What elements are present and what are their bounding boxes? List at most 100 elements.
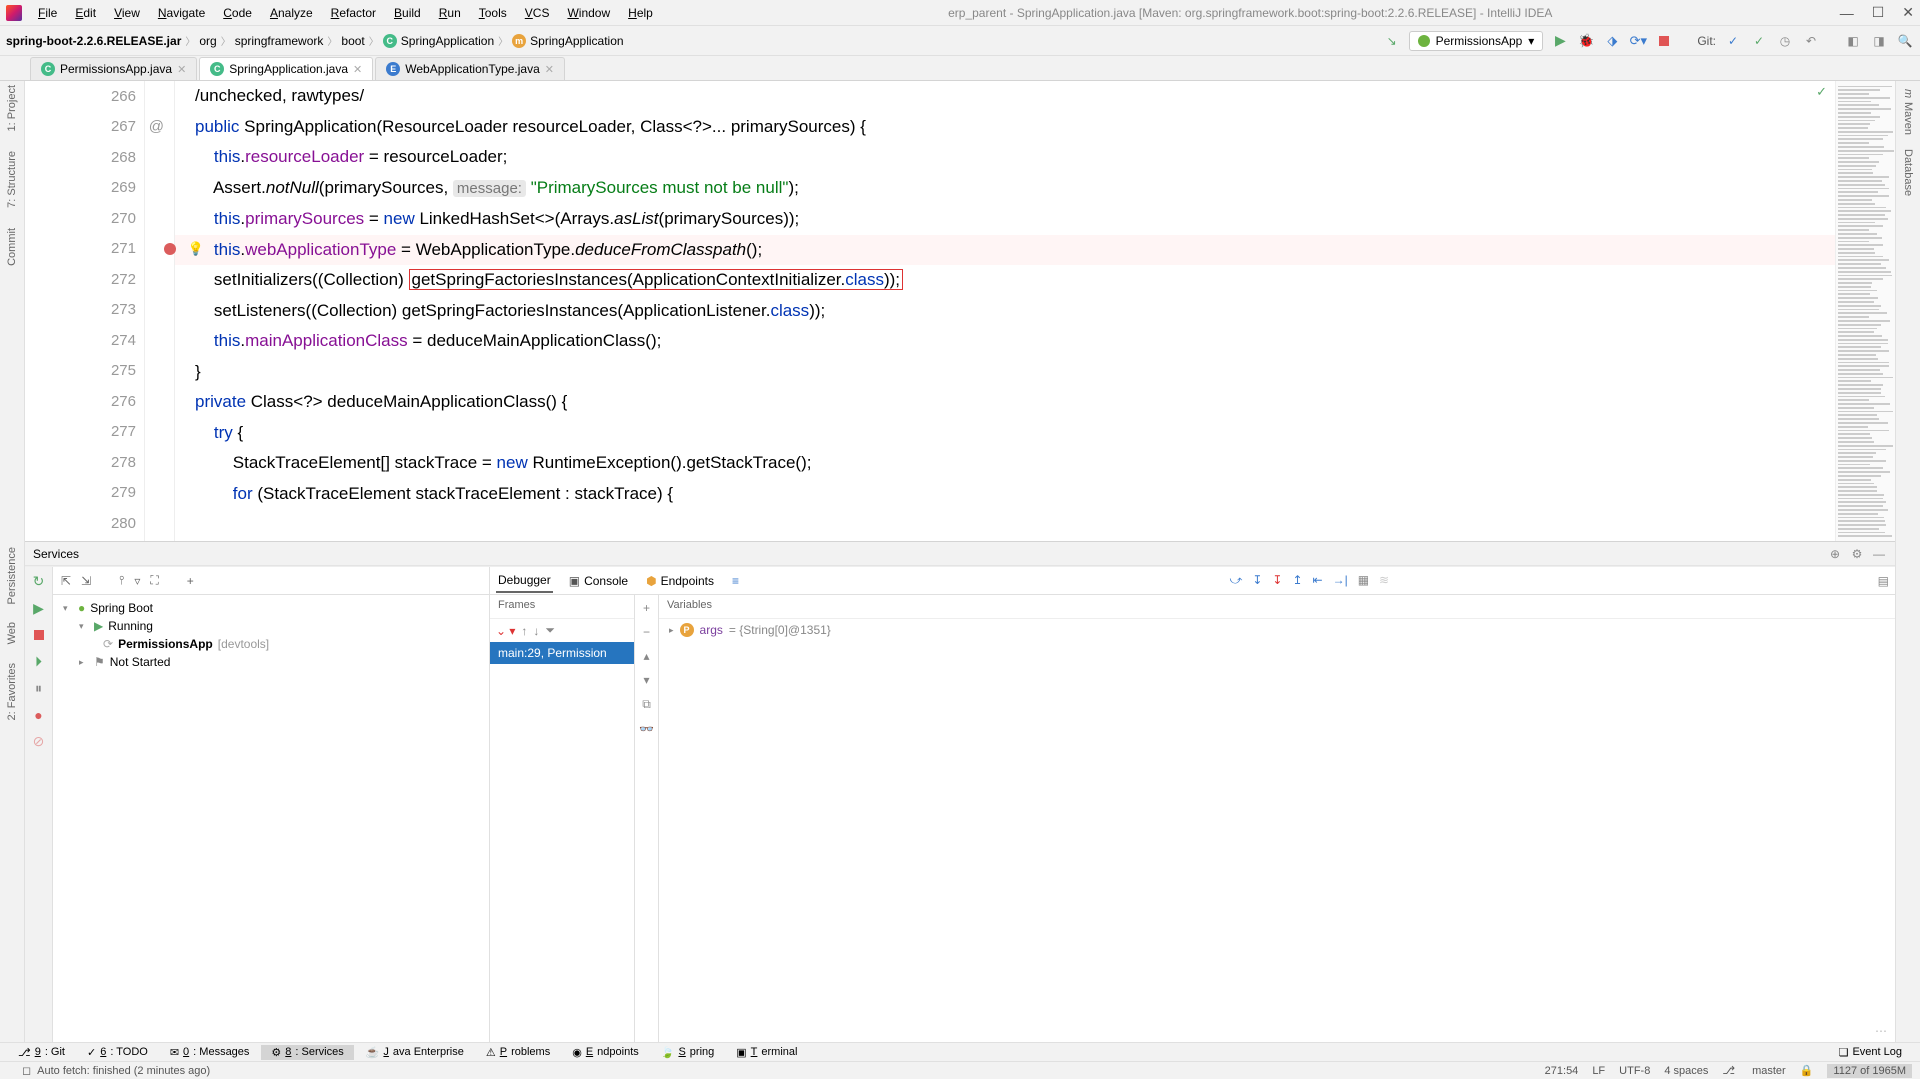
trace-icon[interactable]: ≋ [1379,573,1389,588]
tool-window-button[interactable]: 🍃Spring [651,1045,725,1060]
add-icon[interactable]: + [187,574,194,588]
menu-edit[interactable]: Edit [67,4,104,22]
group-icon[interactable]: ⛶ [150,573,158,588]
structure-tool-button[interactable]: 7: Structure [6,151,18,208]
step-out-icon[interactable]: ↥ [1292,573,1302,588]
tool-window-button[interactable]: ▣Terminal [726,1045,807,1060]
gutter-icons[interactable] [145,81,175,541]
down-icon[interactable]: ▾ [643,673,649,687]
close-icon[interactable]: ✕ [1902,4,1914,21]
run-button[interactable]: ▶ [1551,32,1569,50]
history-icon[interactable]: ◷ [1776,32,1794,50]
menu-window[interactable]: Window [559,4,618,22]
services-hide-icon[interactable]: — [1871,546,1887,562]
drop-frame-icon[interactable]: ⇤ [1313,573,1323,588]
close-tab-icon[interactable]: ✕ [353,63,362,76]
step-over-icon[interactable]: ⤻ [1230,573,1243,588]
editor-tab[interactable]: EWebApplicationType.java✕ [375,57,565,80]
expand-icon[interactable]: ⇱ [61,574,71,588]
force-step-into-icon[interactable]: ↧ [1272,573,1282,588]
run-icon[interactable]: ▶ [33,600,44,617]
breadcrumb-part[interactable]: SpringApplication [530,34,623,48]
close-tab-icon[interactable]: ✕ [545,63,554,76]
maximize-icon[interactable]: ☐ [1872,4,1885,21]
menu-run[interactable]: Run [431,4,469,22]
run-config-selector[interactable]: PermissionsApp ▾ [1409,31,1544,51]
web-tool-button[interactable]: Web [6,622,18,644]
tool-window-button[interactable]: ⎇9: Git [8,1045,75,1060]
caret-position[interactable]: 271:54 [1545,1065,1579,1077]
menu-build[interactable]: Build [386,4,429,22]
profile-button[interactable]: ⟳▾ [1629,32,1647,50]
prev-frame-icon[interactable]: ↑ [521,624,527,638]
memory-indicator[interactable]: 1127 of 1965M [1827,1064,1912,1078]
editor-tab[interactable]: CPermissionsApp.java✕ [30,57,197,80]
indent[interactable]: 4 spaces [1664,1065,1708,1077]
breadcrumb-part[interactable]: org [199,34,216,48]
close-tab-icon[interactable]: ✕ [177,63,186,76]
stop-icon[interactable] [34,627,44,643]
menu-refactor[interactable]: Refactor [323,4,384,22]
menu-navigate[interactable]: Navigate [150,4,213,22]
stop-button[interactable] [1655,32,1673,50]
line-ending[interactable]: LF [1592,1065,1605,1077]
tool-window-button[interactable]: ☕Java Enterprise [356,1045,474,1060]
menu-help[interactable]: Help [620,4,661,22]
remove-watch-icon[interactable]: − [643,625,650,639]
build-icon[interactable]: ↘ [1383,32,1401,50]
up-icon[interactable]: ▴ [643,649,649,663]
commit-tool-button[interactable]: Commit [6,228,18,266]
inspection-ok-icon[interactable]: ✓ [1816,84,1827,100]
menu-code[interactable]: Code [215,4,260,22]
rollback-icon[interactable]: ↶ [1802,32,1820,50]
commit-icon[interactable]: ✓ [1750,32,1768,50]
evaluate-icon[interactable]: ▦ [1358,573,1369,588]
menu-vcs[interactable]: VCS [517,4,558,22]
project-tool-button[interactable]: 1: Project [6,85,18,131]
tool-window-button[interactable]: ◉Endpoints [562,1045,649,1060]
minimap[interactable] [1835,81,1895,541]
nav-back-icon[interactable]: ◧ [1844,32,1862,50]
database-tool-button[interactable]: Database [1902,149,1914,196]
collapse-icon[interactable]: ⇲ [81,574,91,588]
status-icon[interactable]: ◻ [22,1064,31,1077]
tab-debugger[interactable]: Debugger [496,569,553,593]
event-log-button[interactable]: ❏ Event Log [1829,1045,1912,1060]
menu-analyze[interactable]: Analyze [262,4,321,22]
favorites-tool-button[interactable]: 2: Favorites [6,663,18,720]
tool-window-button[interactable]: ✉0: Messages [160,1045,260,1060]
menu-view[interactable]: View [106,4,148,22]
breadcrumb-jar[interactable]: spring-boot-2.2.6.RELEASE.jar [6,34,181,48]
layout-icon[interactable]: ▤ [1878,574,1889,588]
filter2-icon[interactable]: ▿ [134,574,140,588]
menu-file[interactable]: File [30,4,65,22]
persistence-tool-button[interactable]: Persistence [6,547,18,604]
git-branch[interactable]: ⎇ master [1722,1064,1785,1077]
breadcrumb-part[interactable]: boot [341,34,364,48]
services-locate-icon[interactable]: ⊕ [1827,546,1843,562]
tool-window-button[interactable]: ✓6: TODO [77,1045,158,1060]
editor-tab[interactable]: CSpringApplication.java✕ [199,57,373,80]
mute-breakpoints-icon[interactable]: ⊘ [33,733,45,750]
run-to-cursor-icon[interactable]: →| [1333,573,1348,588]
search-everywhere-icon[interactable]: 🔍 [1896,32,1914,50]
glasses-icon[interactable]: 👓 [639,722,654,736]
new-watch-icon[interactable]: + [643,601,650,615]
pause-icon[interactable]: ⏸ [35,680,42,697]
tool-window-button[interactable]: ⚙8: Services [261,1045,353,1060]
editor[interactable]: ✓ 266267@268269270271💡272273274275276277… [25,81,1895,541]
coverage-button[interactable]: ⬗ [1603,32,1621,50]
debug-button[interactable]: 🐞 [1577,32,1595,50]
tab-endpoints[interactable]: ⬢ Endpoints [644,570,716,592]
filter-icon[interactable]: ⫯ [119,573,124,588]
rerun-icon[interactable]: ↻ [33,573,45,590]
resume-icon[interactable]: ⏵ [35,653,42,670]
menu-tools[interactable]: Tools [471,4,515,22]
variable-row[interactable]: ▸ P args = {String[0]@1351} [659,619,1895,641]
filter-frames-icon[interactable]: ⏷ [545,623,555,638]
encoding[interactable]: UTF-8 [1619,1065,1650,1077]
nav-fwd-icon[interactable]: ◨ [1870,32,1888,50]
minimize-icon[interactable]: — [1840,5,1854,21]
maven-tool-button[interactable]: m Maven [1902,89,1914,135]
threads-icon[interactable]: ≡ [730,570,741,592]
